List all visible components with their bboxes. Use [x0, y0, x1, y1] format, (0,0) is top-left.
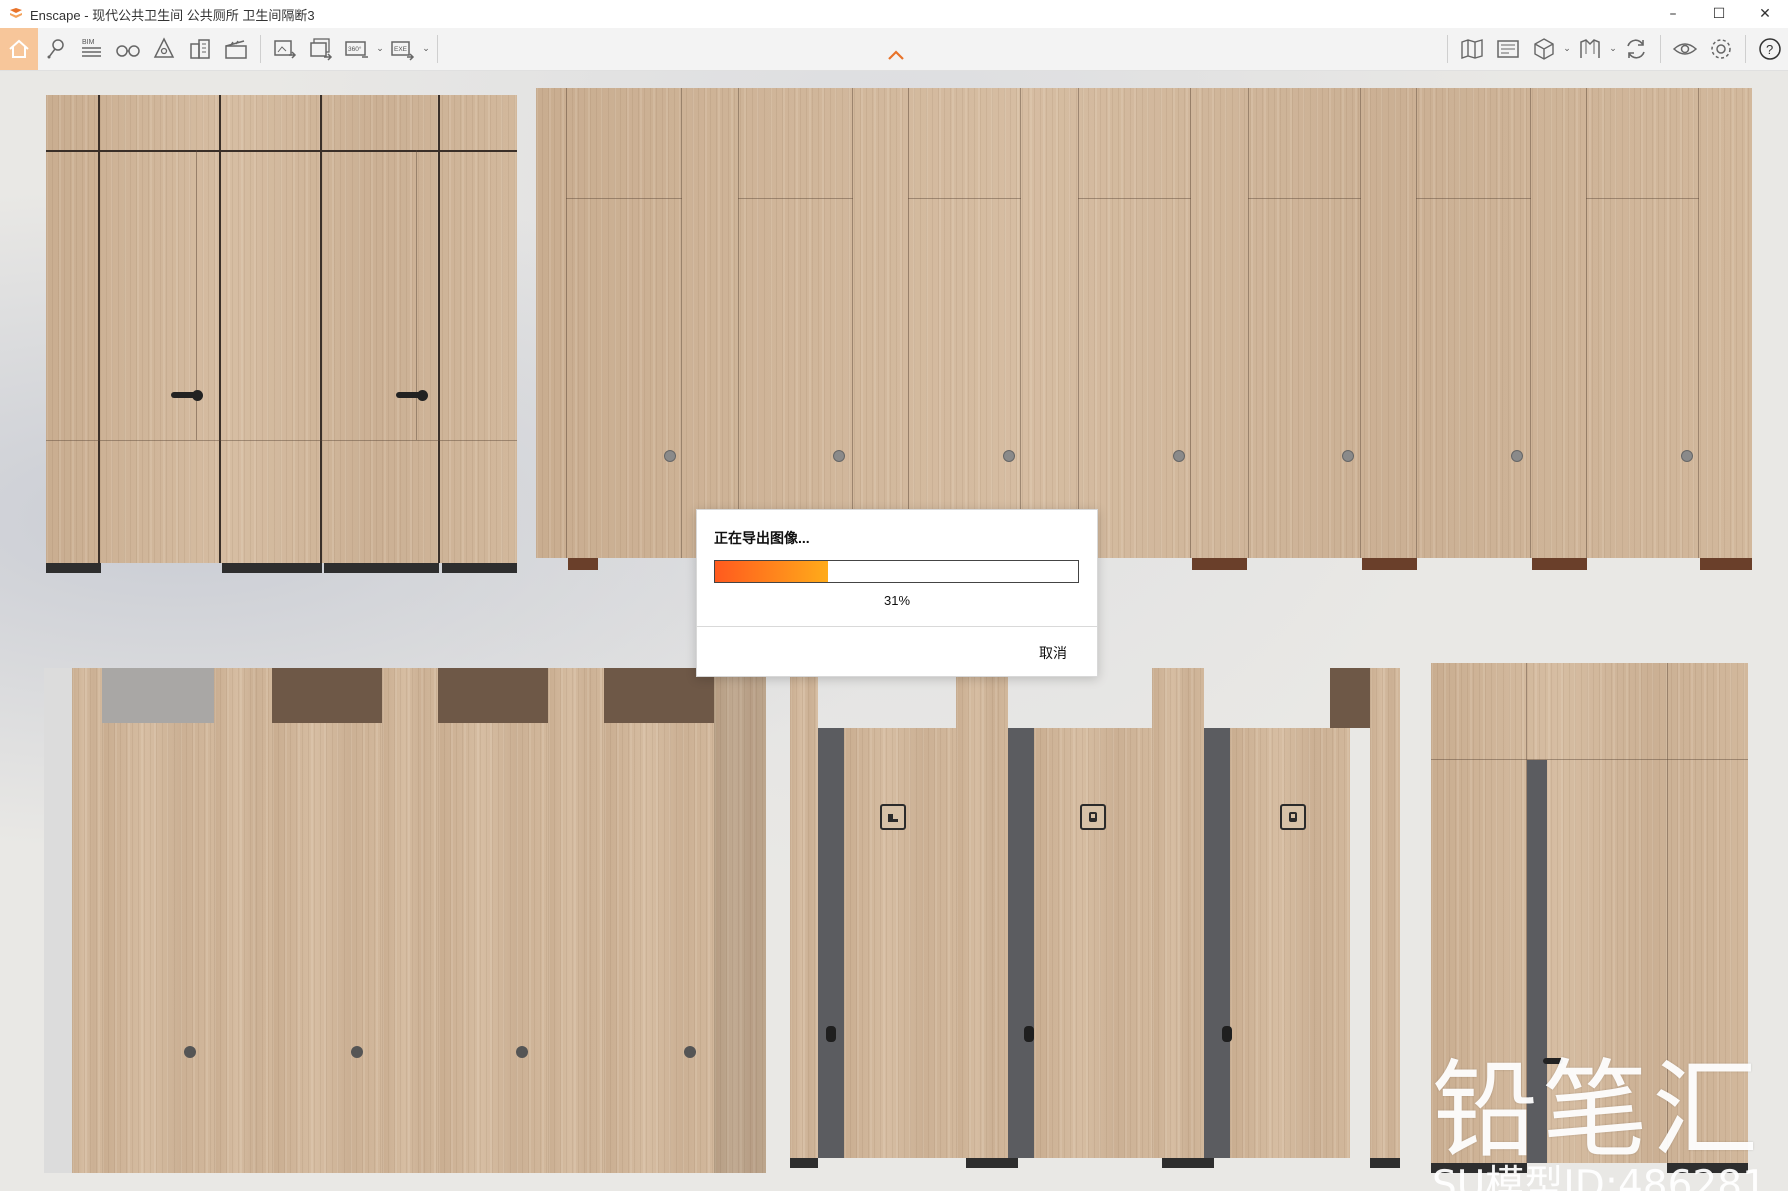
help-button[interactable]: ?	[1752, 28, 1788, 70]
asset-library-button[interactable]	[1490, 28, 1526, 70]
toolbar-left-group: BIM 360° ⌄ EXE ⌄	[0, 28, 444, 70]
map-button[interactable]	[1454, 28, 1490, 70]
clapboard-icon	[225, 40, 247, 59]
light-icon	[153, 37, 175, 58]
watermark-brand: 铅笔汇	[1432, 1049, 1762, 1172]
light-view-button[interactable]	[146, 28, 182, 70]
progress-fill	[715, 561, 828, 582]
partition-render-bottom-left	[44, 668, 766, 1173]
enscape-logo-icon	[8, 6, 24, 22]
bim-icon: BIM	[82, 39, 101, 57]
help-label: ?	[1766, 42, 1773, 57]
brand-watermark: 铅笔汇 SU模型ID:486281	[1432, 1056, 1767, 1191]
title-bar: Enscape - 现代公共卫生间 公共厕所 卫生间隔断3 – ☐ ✕	[0, 0, 1788, 28]
toolbar-separator	[260, 35, 261, 63]
objects-button[interactable]	[1526, 28, 1562, 70]
toolbar-separator	[1447, 35, 1448, 63]
export-exe-icon: EXE	[391, 41, 415, 61]
home-button[interactable]	[0, 28, 38, 70]
minimize-button[interactable]: –	[1650, 0, 1696, 28]
material-editor-button[interactable]	[1572, 28, 1608, 70]
progress-percent: 31%	[883, 593, 911, 608]
partition-render-top-right	[536, 88, 1752, 570]
map-icon	[1461, 39, 1483, 59]
export-panorama-button[interactable]: 360°	[339, 28, 375, 70]
export-image-icon	[274, 40, 297, 59]
exe-label: EXE	[394, 46, 408, 53]
batch-render-icon	[310, 38, 333, 61]
panorama-label: 360°	[348, 45, 362, 53]
dialog-divider	[697, 626, 1097, 627]
maximize-button[interactable]: ☐	[1696, 0, 1742, 28]
watermark-model-id: SU模型ID:486281	[1432, 1163, 1767, 1191]
cancel-button[interactable]: 取消	[1039, 643, 1067, 663]
cube-icon	[1534, 38, 1554, 60]
material-icon	[1580, 39, 1600, 58]
export-dropdown-chevron-icon[interactable]: ⌄	[421, 28, 431, 70]
bim-button[interactable]: BIM	[74, 28, 110, 70]
objects-dropdown-chevron-icon[interactable]: ⌄	[1562, 28, 1572, 70]
export-progress-dialog: 正在导出图像... 31% 取消	[696, 509, 1098, 677]
toolbar-separator	[437, 35, 438, 63]
visual-settings-icon	[1672, 43, 1698, 55]
partition-render-top-left	[46, 95, 517, 573]
panorama-dropdown-chevron-icon[interactable]: ⌄	[375, 28, 385, 70]
binoculars-icon	[116, 45, 140, 57]
sync-icon	[1627, 39, 1645, 59]
window-title: Enscape - 现代公共卫生间 公共厕所 卫生间隔断3	[30, 7, 315, 23]
export-exe-button[interactable]: EXE	[385, 28, 421, 70]
live-update-button[interactable]	[1618, 28, 1654, 70]
walk-mode-button[interactable]	[110, 28, 146, 70]
pin-icon	[47, 39, 64, 59]
home-icon	[9, 39, 29, 58]
toolbar-separator	[1660, 35, 1661, 63]
partition-render-bottom-middle	[790, 668, 1400, 1168]
help-icon: ?	[1759, 38, 1781, 60]
video-editor-button[interactable]	[218, 28, 254, 70]
visual-settings-button[interactable]	[1667, 28, 1703, 70]
toolbar-right-group: ⌄ ⌄ ?	[1441, 28, 1788, 70]
toolbar-separator	[1745, 35, 1746, 63]
dialog-title: 正在导出图像...	[714, 530, 810, 546]
batch-render-button[interactable]	[303, 28, 339, 70]
export-image-button[interactable]	[267, 28, 303, 70]
settings-icon	[1711, 39, 1731, 59]
views-button[interactable]	[38, 28, 74, 70]
panorama-360-icon: 360°	[345, 41, 368, 58]
building-button[interactable]	[182, 28, 218, 70]
export-progress-bar	[714, 560, 1079, 583]
asset-library-icon	[1497, 40, 1519, 58]
window-controls: – ☐ ✕	[1650, 0, 1788, 28]
bim-label: BIM	[82, 39, 95, 46]
building-icon	[190, 39, 210, 59]
collapse-toolbar-chevron-icon[interactable]	[885, 48, 907, 62]
close-button[interactable]: ✕	[1742, 0, 1788, 28]
settings-button[interactable]	[1703, 28, 1739, 70]
material-dropdown-chevron-icon[interactable]: ⌄	[1608, 28, 1618, 70]
